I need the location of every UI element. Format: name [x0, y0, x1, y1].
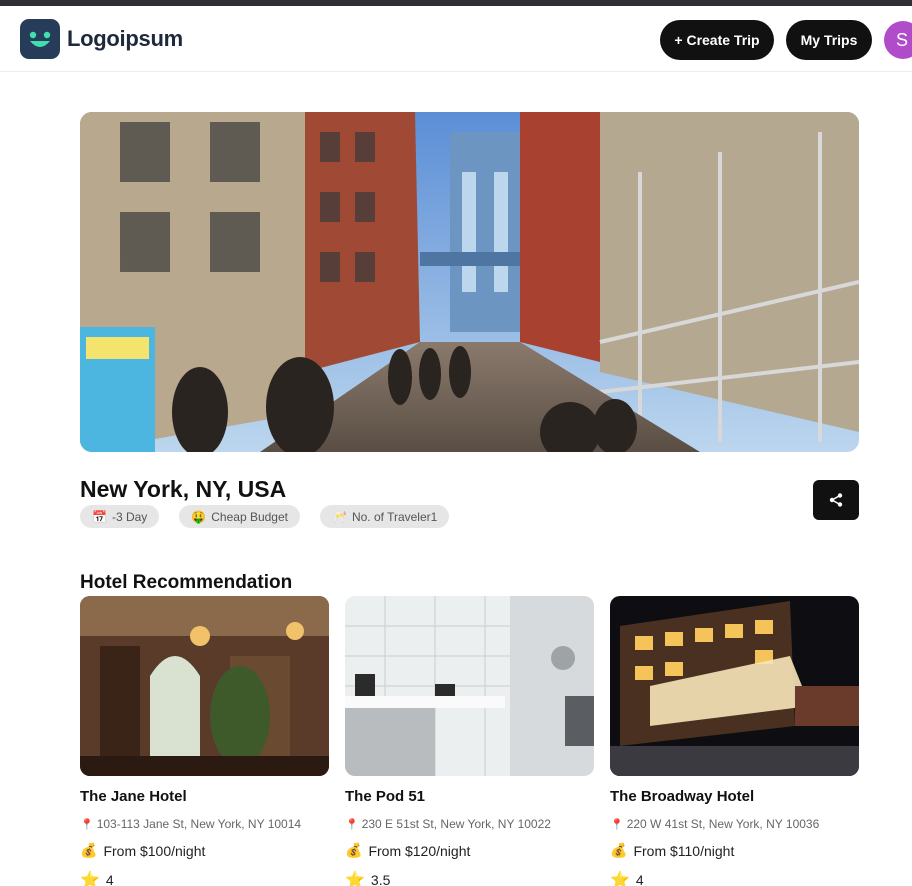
- hotel-rating-text: 4: [635, 872, 644, 886]
- hotel-card[interactable]: The Pod 51 📍 230 E 51st St, New York, NY…: [345, 596, 594, 886]
- money-bag-icon: 💰: [610, 842, 628, 858]
- share-icon: [829, 493, 843, 507]
- hotel-card[interactable]: The Broadway Hotel 📍 220 W 41st St, New …: [610, 596, 859, 886]
- money-face-icon: 🤑: [191, 509, 207, 524]
- hotel-rating: ⭐ 4: [610, 870, 644, 886]
- pin-icon: 📍: [345, 818, 359, 831]
- hotel-name: The Jane Hotel: [80, 788, 187, 805]
- hotel-price-text: From $120/night: [368, 842, 471, 859]
- pin-icon: 📍: [610, 818, 624, 831]
- logo-text: Logoipsum: [67, 26, 183, 51]
- travelers-icon: 🥂: [331, 509, 347, 524]
- avatar[interactable]: S: [884, 21, 912, 59]
- budget-chip: 🤑 Cheap Budget: [179, 505, 300, 528]
- trip-info-chips: 📅 -3 Day 🤑 Cheap Budget 🥂 No. of Travele…: [80, 505, 469, 528]
- hotel-rating-text: 3.5: [370, 872, 391, 886]
- hotel-image: [345, 596, 594, 776]
- logo[interactable]: Logoipsum: [20, 19, 183, 59]
- budget-chip-label: Cheap Budget: [211, 509, 288, 524]
- duration-chip-label: -3 Day: [111, 509, 148, 524]
- hotel-rating: ⭐ 3.5: [345, 870, 390, 886]
- hotel-address-text: 230 E 51st St, New York, NY 10022: [361, 817, 551, 831]
- hotel-rating-text: 4: [105, 872, 114, 886]
- hotel-price-text: From $110/night: [633, 842, 735, 859]
- hotel-name: The Pod 51: [345, 788, 426, 805]
- hotel-price: 💰 From $120/night: [345, 842, 470, 859]
- share-button[interactable]: [813, 480, 859, 520]
- hotel-name: The Broadway Hotel: [610, 788, 755, 805]
- hotel-card[interactable]: The Jane Hotel 📍 103-113 Jane St, New Yo…: [80, 596, 329, 886]
- site-header: Logoipsum + Create Trip My Trips S: [0, 6, 912, 72]
- hotel-image: [610, 596, 859, 776]
- destination-title: New York, NY, USA: [80, 476, 287, 502]
- hotel-price: 💰 From $110/night: [610, 842, 734, 859]
- hotel-address: 📍 103-113 Jane St, New York, NY 10014: [80, 817, 301, 831]
- hotel-image: [80, 596, 329, 776]
- hotel-rating: ⭐ 4: [80, 870, 114, 886]
- hotel-address: 📍 220 W 41st St, New York, NY 10036: [610, 817, 819, 831]
- hotel-address-text: 103-113 Jane St, New York, NY 10014: [96, 817, 302, 831]
- destination-hero-image: [80, 112, 859, 452]
- travelers-chip-label: No. of Traveler1: [351, 509, 438, 524]
- logo-icon: [20, 19, 60, 59]
- money-bag-icon: 💰: [80, 842, 98, 858]
- hotel-address: 📍 230 E 51st St, New York, NY 10022: [345, 817, 551, 831]
- pin-icon: 📍: [80, 818, 94, 831]
- hotel-address-text: 220 W 41st St, New York, NY 10036: [626, 817, 820, 831]
- star-icon: ⭐: [80, 872, 100, 886]
- hotel-price-text: From $100/night: [103, 842, 206, 859]
- my-trips-button[interactable]: My Trips: [786, 20, 872, 60]
- star-icon: ⭐: [610, 872, 630, 886]
- hotel-section-title: Hotel Recommendation: [80, 572, 293, 593]
- duration-chip: 📅 -3 Day: [80, 505, 160, 528]
- money-bag-icon: 💰: [345, 842, 363, 858]
- travelers-chip: 🥂 No. of Traveler1: [319, 505, 450, 528]
- star-icon: ⭐: [345, 872, 365, 886]
- calendar-icon: 📅: [92, 509, 107, 524]
- hotel-price: 💰 From $100/night: [80, 842, 205, 859]
- create-trip-button[interactable]: + Create Trip: [660, 20, 774, 60]
